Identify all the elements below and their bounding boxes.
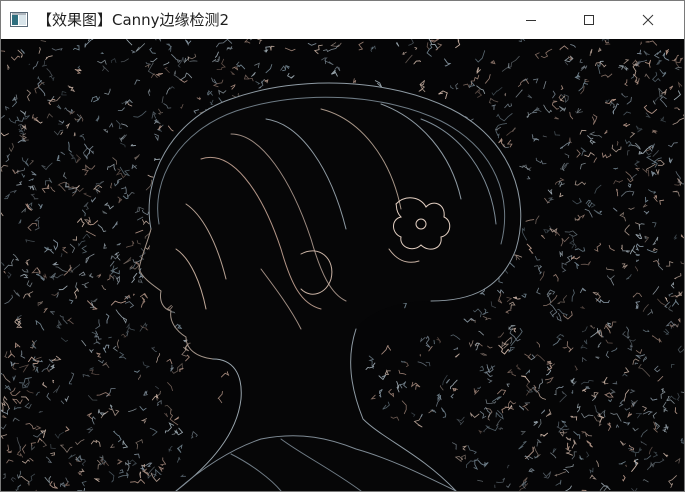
minimize-button[interactable] — [502, 1, 560, 39]
edge-fragment — [139, 471, 142, 479]
title-bar[interactable]: 【效果图】Canny边缘检测2 — [1, 1, 684, 39]
minimize-icon — [525, 11, 537, 30]
window-title: 【效果图】Canny边缘检测2 — [37, 11, 230, 29]
image-display-area — [1, 39, 684, 491]
edge-fragment — [605, 43, 611, 45]
canny-edge-image — [1, 39, 684, 491]
maximize-icon — [583, 11, 595, 30]
close-button[interactable] — [619, 1, 677, 39]
opencv-window-icon — [10, 12, 28, 27]
edge-fragment — [89, 307, 95, 309]
edge-fragment — [635, 253, 640, 256]
maximize-button[interactable] — [560, 1, 618, 39]
close-icon — [642, 11, 654, 30]
edge-fragment — [621, 244, 623, 250]
app-window: 【效果图】Canny边缘检测2 — [0, 0, 685, 492]
